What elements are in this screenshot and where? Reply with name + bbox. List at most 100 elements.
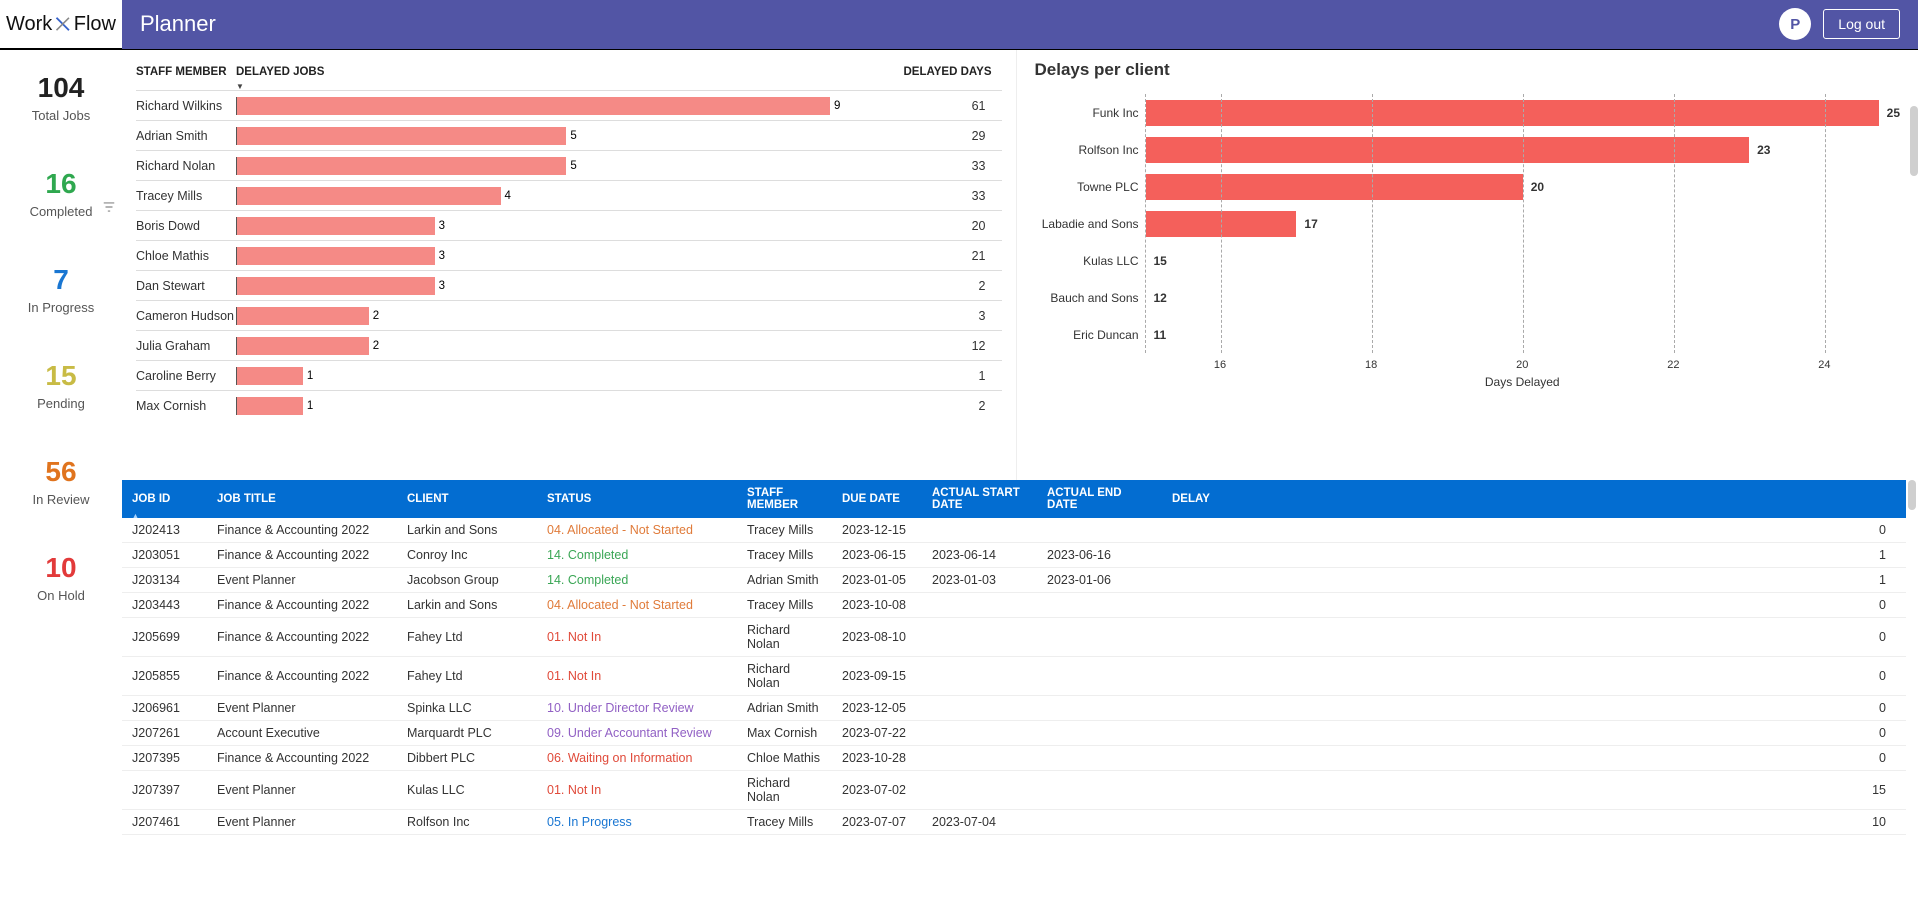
table-row[interactable]: J202413 Finance & Accounting 2022 Larkin… — [122, 518, 1906, 543]
col-delay[interactable]: DELAY — [1162, 480, 1906, 518]
col-delayed-days[interactable]: DELAYED DAYS — [882, 66, 1002, 78]
cell-client: Larkin and Sons — [397, 593, 537, 618]
cell-jobid: J202413 — [122, 518, 207, 543]
cell-title: Finance & Accounting 2022 — [207, 543, 397, 568]
staff-bar: 1 — [236, 397, 882, 415]
chart-scrollbar[interactable] — [1910, 106, 1918, 176]
cell-staff: Tracey Mills — [737, 518, 832, 543]
logo-word-1: Work — [6, 13, 52, 36]
table-row[interactable]: J207261 Account Executive Marquardt PLC … — [122, 721, 1906, 746]
table-row[interactable]: J207397 Event Planner Kulas LLC 01. Not … — [122, 771, 1906, 810]
cell-start — [922, 696, 1037, 721]
cell-start — [922, 618, 1037, 657]
jobs-table-panel: JOB IDJOB TITLECLIENTSTATUSSTAFF MEMBERD… — [122, 480, 1918, 914]
cell-client: Fahey Ltd — [397, 618, 537, 657]
staff-name: Richard Nolan — [136, 159, 236, 173]
staff-bar: 3 — [236, 277, 882, 295]
table-row[interactable]: J207461 Event Planner Rolfson Inc 05. In… — [122, 810, 1906, 835]
staff-name: Tracey Mills — [136, 189, 236, 203]
staff-row[interactable]: Julia Graham 2 12 — [136, 330, 1002, 360]
filter-icon[interactable] — [102, 200, 116, 217]
table-scrollbar[interactable] — [1908, 480, 1916, 510]
topbar: Work Flow Planner P Log out — [0, 0, 1918, 50]
stat-card-total-jobs[interactable]: 104Total Jobs — [0, 50, 122, 146]
staff-row[interactable]: Richard Wilkins 9 61 — [136, 90, 1002, 120]
stat-card-pending[interactable]: 15Pending — [0, 338, 122, 434]
x-tick: 24 — [1749, 359, 1900, 371]
col-staff-member[interactable]: STAFF MEMBER — [737, 480, 832, 518]
cell-delay: 0 — [1162, 518, 1906, 543]
logout-button[interactable]: Log out — [1823, 9, 1900, 39]
cell-due: 2023-10-08 — [832, 593, 922, 618]
staff-row[interactable]: Tracey Mills 4 33 — [136, 180, 1002, 210]
table-row[interactable]: J206961 Event Planner Spinka LLC 10. Und… — [122, 696, 1906, 721]
cell-staff: Richard Nolan — [737, 771, 832, 810]
chart-title: Delays per client — [1035, 60, 1901, 80]
staff-delayed-days: 3 — [882, 309, 1002, 323]
cell-staff: Adrian Smith — [737, 568, 832, 593]
cell-staff: Adrian Smith — [737, 696, 832, 721]
stat-card-on-hold[interactable]: 10On Hold — [0, 530, 122, 626]
staff-row[interactable]: Max Cornish 1 2 — [136, 390, 1002, 420]
col-due-date[interactable]: DUE DATE — [832, 480, 922, 518]
cell-end — [1037, 657, 1162, 696]
staff-row[interactable]: Richard Nolan 5 33 — [136, 150, 1002, 180]
staff-bar: 2 — [236, 307, 882, 325]
table-row[interactable]: J205699 Finance & Accounting 2022 Fahey … — [122, 618, 1906, 657]
stat-card-completed[interactable]: 16Completed — [0, 146, 122, 242]
cell-status: 14. Completed — [537, 543, 737, 568]
cell-title: Event Planner — [207, 810, 397, 835]
stat-card-in-progress[interactable]: 7In Progress — [0, 242, 122, 338]
staff-delayed-days: 1 — [882, 369, 1002, 383]
staff-row[interactable]: Cameron Hudson 2 3 — [136, 300, 1002, 330]
col-delayed-jobs[interactable]: DELAYED JOBS — [236, 66, 882, 78]
cell-jobid: J203134 — [122, 568, 207, 593]
cell-delay: 0 — [1162, 657, 1906, 696]
col-job-id[interactable]: JOB ID — [122, 480, 207, 518]
stat-number: 104 — [0, 72, 122, 104]
cell-due: 2023-07-02 — [832, 771, 922, 810]
col-staff-member[interactable]: STAFF MEMBER — [136, 66, 236, 78]
staff-row[interactable]: Boris Dowd 3 20 — [136, 210, 1002, 240]
stat-number: 56 — [0, 456, 122, 488]
col-actual-start-date[interactable]: ACTUAL START DATE — [922, 480, 1037, 518]
cell-status: 06. Waiting on Information — [537, 746, 737, 771]
header-bar: Planner P Log out — [122, 0, 1918, 49]
table-row[interactable]: J203051 Finance & Accounting 2022 Conroy… — [122, 543, 1906, 568]
cell-staff: Tracey Mills — [737, 810, 832, 835]
cell-end — [1037, 696, 1162, 721]
table-row[interactable]: J205855 Finance & Accounting 2022 Fahey … — [122, 657, 1906, 696]
logo[interactable]: Work Flow — [0, 10, 122, 38]
staff-delayed-days: 20 — [882, 219, 1002, 233]
cell-delay: 0 — [1162, 618, 1906, 657]
col-status[interactable]: STATUS — [537, 480, 737, 518]
cell-client: Jacobson Group — [397, 568, 537, 593]
table-row[interactable]: J203134 Event Planner Jacobson Group 14.… — [122, 568, 1906, 593]
avatar[interactable]: P — [1779, 8, 1811, 40]
staff-bar: 2 — [236, 337, 882, 355]
staff-row[interactable]: Adrian Smith 5 29 — [136, 120, 1002, 150]
cell-due: 2023-12-15 — [832, 518, 922, 543]
cell-title: Finance & Accounting 2022 — [207, 618, 397, 657]
table-row[interactable]: J207395 Finance & Accounting 2022 Dibber… — [122, 746, 1906, 771]
cell-staff: Tracey Mills — [737, 593, 832, 618]
cell-status: 04. Allocated - Not Started — [537, 518, 737, 543]
staff-bar: 4 — [236, 187, 882, 205]
cell-title: Finance & Accounting 2022 — [207, 657, 397, 696]
stat-card-in-review[interactable]: 56In Review — [0, 434, 122, 530]
cell-start — [922, 746, 1037, 771]
col-client[interactable]: CLIENT — [397, 480, 537, 518]
cell-jobid: J203443 — [122, 593, 207, 618]
staff-row[interactable]: Caroline Berry 1 1 — [136, 360, 1002, 390]
cell-title: Finance & Accounting 2022 — [207, 593, 397, 618]
col-actual-end-date[interactable]: ACTUAL END DATE — [1037, 480, 1162, 518]
staff-row[interactable]: Dan Stewart 3 2 — [136, 270, 1002, 300]
cell-title: Finance & Accounting 2022 — [207, 746, 397, 771]
cell-jobid: J207397 — [122, 771, 207, 810]
table-row[interactable]: J203443 Finance & Accounting 2022 Larkin… — [122, 593, 1906, 618]
cell-start — [922, 593, 1037, 618]
staff-delayed-days: 61 — [882, 99, 1002, 113]
col-job-title[interactable]: JOB TITLE — [207, 480, 397, 518]
cell-delay: 15 — [1162, 771, 1906, 810]
staff-row[interactable]: Chloe Mathis 3 21 — [136, 240, 1002, 270]
